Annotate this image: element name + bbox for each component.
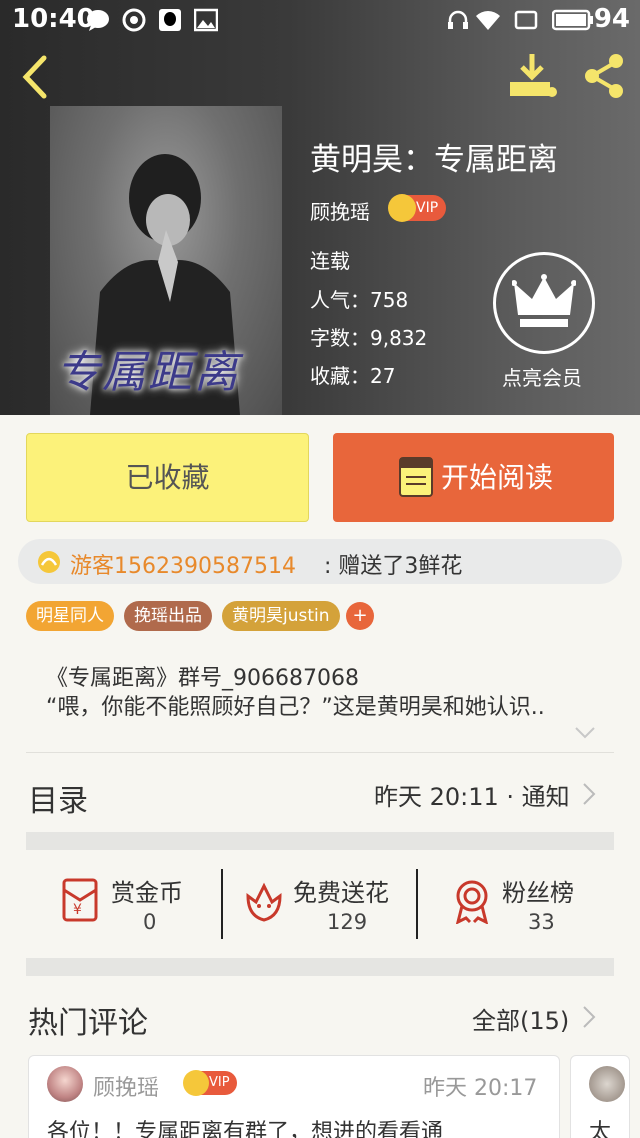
crown-icon — [388, 194, 416, 222]
start-reading-label: 开始阅读 — [441, 461, 554, 494]
wifi-icon — [476, 11, 500, 30]
section-separator — [26, 832, 614, 850]
chevron-down-icon[interactable] — [574, 726, 596, 740]
collected-button[interactable]: 已收藏 — [26, 433, 309, 522]
book-title: 黄明昊：专属距离 — [310, 142, 558, 178]
member-label: 点亮会员 — [502, 366, 582, 390]
book-favorites: 收藏：27 — [310, 364, 396, 388]
gift-text: : 赠送了3鲜花 — [324, 554, 463, 579]
stat-label-coins[interactable]: 赏金币 — [111, 873, 183, 908]
start-reading-button[interactable]: 开始阅读 — [333, 433, 614, 522]
add-tag-button[interactable]: + — [346, 602, 374, 630]
chevron-right-icon[interactable] — [582, 1005, 596, 1029]
tag-1[interactable]: 挽瑶出品 — [124, 601, 212, 631]
gift-user[interactable]: 游客1562390587514 — [70, 548, 296, 580]
description-line: 《专属距离》群号_906687068 — [46, 666, 359, 691]
catalog-title[interactable]: 目录 — [28, 776, 88, 820]
screen-icon — [514, 10, 538, 30]
qq-icon — [159, 9, 181, 31]
hot-comments-title: 热门评论 — [28, 1006, 148, 1041]
battery-icon — [552, 9, 593, 31]
author-name[interactable]: 顾挽瑶 — [310, 196, 370, 225]
netease-icon — [122, 8, 146, 32]
chevron-right-icon[interactable] — [582, 782, 596, 806]
download-button[interactable] — [506, 52, 558, 100]
share-button[interactable] — [580, 52, 628, 100]
status-time: 10:40 — [12, 4, 95, 34]
stat-value-fans: 33 — [528, 910, 555, 934]
comment-text: 各位！！专属距离有群了，想进的看看通 — [47, 1120, 444, 1138]
comment-card[interactable]: 顾挽瑶 VIP 昨天 20:17 各位！！专属距离有群了，想进的看看通 — [28, 1055, 560, 1138]
gallery-icon — [194, 8, 218, 32]
red-envelope-icon[interactable]: ¥ — [56, 876, 104, 924]
book-header: 10:40 94 专属距离 黄明昊：专属距离 顾挽瑶 VIP 连载 人气：758… — [0, 0, 640, 415]
stat-label-flowers[interactable]: 免费送花 — [293, 873, 389, 908]
member-button[interactable] — [493, 252, 595, 354]
stat-divider — [416, 869, 418, 939]
stat-label-fans[interactable]: 粉丝榜 — [502, 873, 574, 908]
vip-label: VIP — [416, 200, 439, 216]
tag-2[interactable]: 黄明昊justin — [222, 601, 340, 631]
stat-value-flowers: 129 — [327, 910, 368, 934]
back-button[interactable] — [14, 50, 58, 104]
crown-icon — [183, 1070, 209, 1096]
book-icon — [399, 457, 433, 497]
battery-level: 94 — [593, 4, 630, 34]
vip-badge: VIP — [388, 194, 446, 222]
gift-notice: 游客1562390587514 : 赠送了3鲜花 — [18, 539, 622, 584]
medal-icon[interactable] — [448, 876, 496, 924]
stat-divider — [221, 869, 223, 939]
vip-badge: VIP — [183, 1070, 237, 1096]
section-separator — [26, 958, 614, 976]
comment-text: 太 — [589, 1120, 612, 1138]
cover-title: 专属距离 — [56, 347, 240, 398]
crown-icon — [512, 274, 576, 327]
comment-card[interactable]: 太 — [570, 1055, 630, 1138]
avatar[interactable] — [589, 1066, 625, 1102]
description-line: “喂，你能不能照顾好自己？”这是黄明昊和她认识.. — [46, 695, 545, 720]
comment-time: 昨天 20:17 — [423, 1076, 538, 1101]
book-cover[interactable]: 专属距离 — [50, 106, 282, 415]
flower-icon[interactable] — [240, 876, 288, 924]
divider — [26, 752, 614, 753]
stat-value-coins: 0 — [143, 910, 157, 934]
book-popularity: 人气：758 — [310, 288, 409, 312]
all-comments-link[interactable]: 全部(15) — [472, 1001, 569, 1036]
tag-0[interactable]: 明星同人 — [26, 601, 114, 631]
flower-gift-icon — [38, 551, 60, 573]
status-bar: 10:40 94 — [0, 0, 640, 40]
book-word-count: 字数：9,832 — [310, 326, 428, 350]
book-status: 连载 — [310, 249, 350, 273]
comment-author[interactable]: 顾挽瑶 — [93, 1070, 159, 1102]
avatar[interactable] — [47, 1066, 83, 1102]
chat-icon — [87, 10, 109, 31]
headset-icon — [448, 10, 468, 29]
vip-label: VIP — [209, 1075, 230, 1090]
catalog-update[interactable]: 昨天 20:11 · 通知 — [374, 777, 570, 812]
svg-text:¥: ¥ — [73, 902, 82, 918]
